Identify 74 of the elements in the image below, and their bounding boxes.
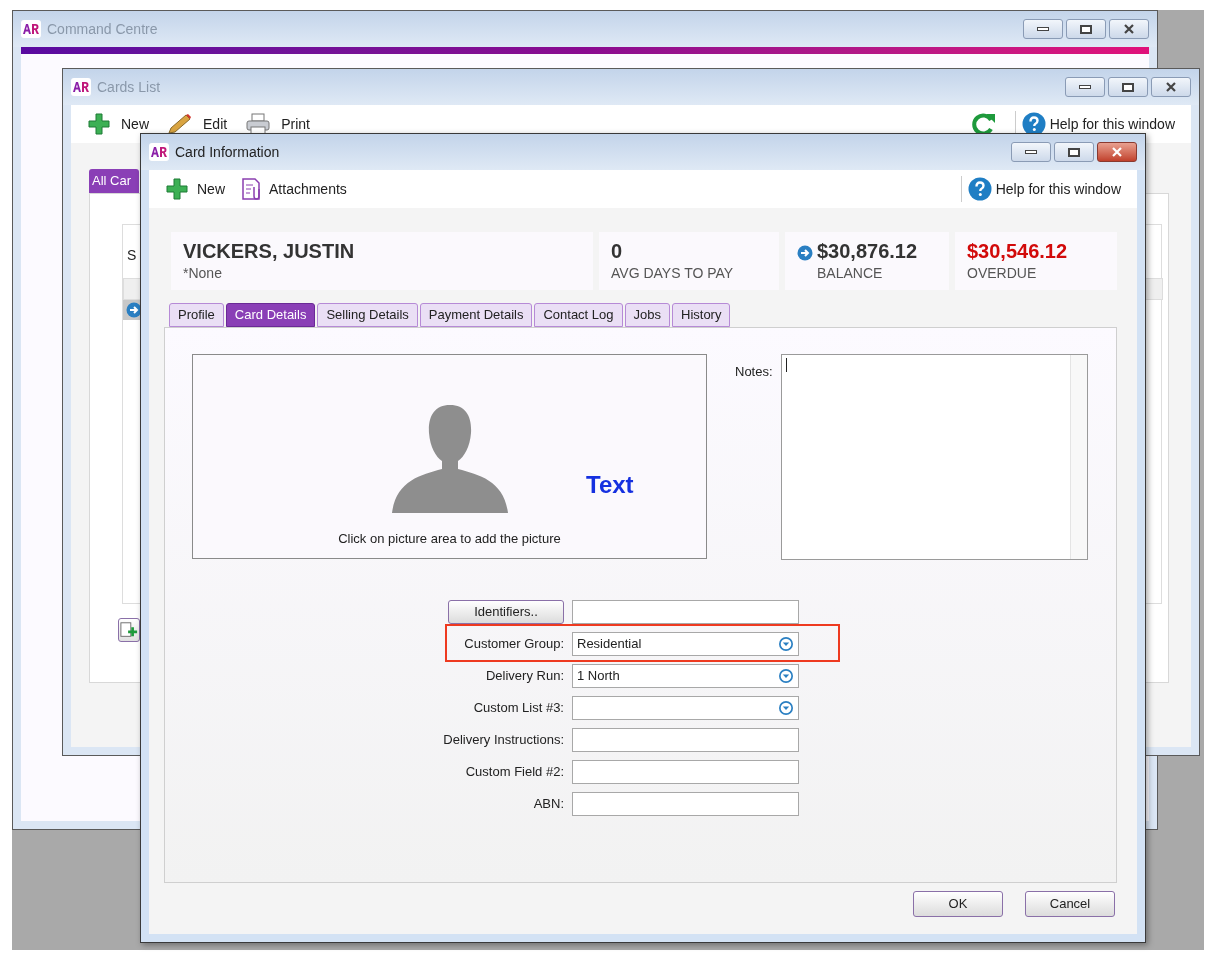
notes-label: Notes:: [735, 363, 773, 381]
identifiers-button[interactable]: Identifiers..: [448, 600, 564, 624]
search-label: S: [127, 246, 137, 265]
tab[interactable]: Profile: [169, 303, 224, 327]
customer-subtitle: *None: [183, 264, 223, 283]
plus-icon: [87, 112, 111, 136]
text-field[interactable]: [572, 728, 799, 752]
toolbar-button[interactable]: Edit: [167, 113, 228, 135]
stat-value: 0: [611, 239, 624, 263]
close-button[interactable]: [1097, 142, 1137, 162]
tab[interactable]: Card Details: [225, 303, 316, 327]
text-field[interactable]: [572, 760, 799, 784]
maximize-button[interactable]: [1108, 77, 1148, 97]
toolbar-button[interactable]: New: [87, 112, 149, 136]
minimize-button[interactable]: [1011, 142, 1051, 162]
tab[interactable]: History: [672, 303, 731, 327]
toolbar-button[interactable]: Attachments: [241, 177, 347, 201]
picture-hint: Click on picture area to add the picture: [338, 530, 561, 548]
minimize-button[interactable]: [1065, 77, 1105, 97]
arrow-right-icon: [126, 302, 142, 318]
close-button[interactable]: [1109, 19, 1149, 39]
dropdown-icon[interactable]: [778, 668, 794, 684]
maximize-button[interactable]: [1066, 19, 1106, 39]
arrow-right-icon: [797, 245, 813, 261]
add-card-button[interactable]: [118, 618, 140, 642]
window-title: Command Centre: [47, 19, 158, 39]
toolbar-button[interactable]: New: [165, 177, 225, 201]
app-logo-icon: [71, 78, 91, 96]
tab[interactable]: Jobs: [624, 303, 670, 327]
maximize-button[interactable]: [1054, 142, 1094, 162]
stat-label: OVERDUE: [967, 264, 1038, 283]
field-label: Customer Group:: [463, 635, 565, 654]
app-logo-icon: [149, 143, 169, 161]
document-clip-icon: [241, 177, 261, 201]
tab[interactable]: Contact Log: [534, 303, 623, 327]
window-title: Cards List: [97, 77, 161, 97]
dropdown-icon[interactable]: [778, 636, 794, 652]
field-label: ABN:: [532, 795, 565, 814]
tab[interactable]: All Car: [89, 169, 139, 193]
help-icon: [967, 177, 992, 201]
notes-field[interactable]: [780, 354, 1088, 560]
pencil-icon: [167, 113, 193, 135]
add-document-icon: [120, 621, 138, 639]
stat-label: BALANCE: [817, 264, 884, 283]
dropdown-field[interactable]: 1 North: [572, 664, 799, 688]
annotation-label: Text: [586, 470, 634, 500]
picture-area[interactable]: Click on picture area to add the picture Text: [192, 354, 707, 559]
dialog-button[interactable]: OK: [913, 891, 1003, 917]
dropdown-field[interactable]: [572, 696, 799, 720]
text-field[interactable]: [572, 792, 799, 816]
field-label: Custom Field #2:: [464, 763, 565, 782]
plus-icon: [165, 177, 189, 201]
help-button[interactable]: Help for this window: [967, 177, 1121, 201]
stat-value: $30,876.12: [817, 239, 918, 263]
close-icon: [1111, 147, 1123, 157]
tab[interactable]: Payment Details: [419, 303, 533, 327]
app-logo-icon: [21, 20, 41, 38]
close-icon: [1123, 24, 1135, 34]
scrollbar[interactable]: [1069, 355, 1087, 559]
tab[interactable]: Selling Details: [317, 303, 418, 327]
window-title: Card Information: [175, 142, 280, 162]
stat-label: AVG DAYS TO PAY: [611, 264, 734, 283]
customer-name: VICKERS, JUSTIN: [183, 239, 356, 263]
close-button[interactable]: [1151, 77, 1191, 97]
dropdown-field[interactable]: Residential: [572, 632, 799, 656]
minimize-button[interactable]: [1023, 19, 1063, 39]
field-label: Delivery Instructions:: [442, 731, 565, 750]
dialog-button[interactable]: Cancel: [1025, 891, 1115, 917]
close-icon: [1165, 82, 1177, 92]
dropdown-icon[interactable]: [778, 700, 794, 716]
field-label: Custom List #3:: [472, 699, 565, 718]
stat-value: $30,546.12: [967, 239, 1068, 263]
field-label: Delivery Run:: [484, 667, 565, 686]
text-field[interactable]: [572, 600, 799, 624]
